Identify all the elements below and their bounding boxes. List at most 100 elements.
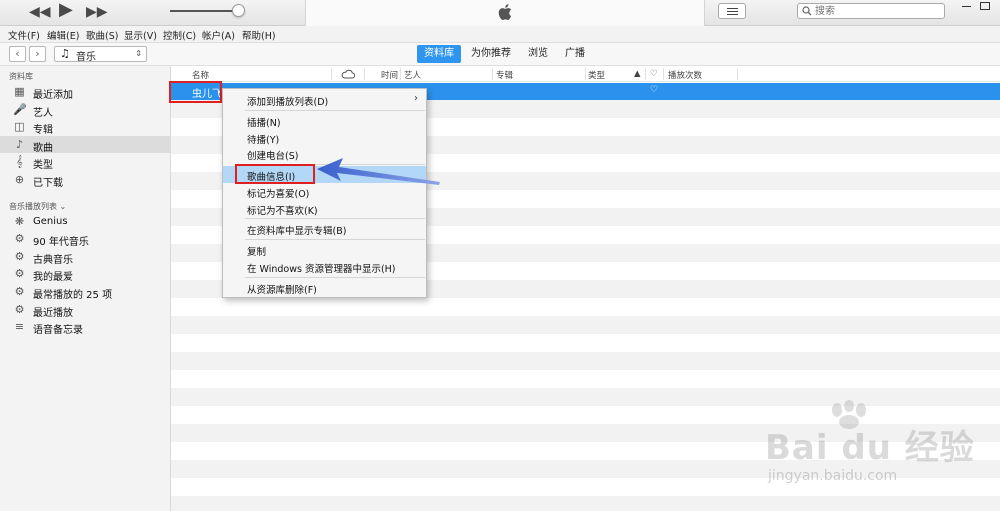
volume-slider[interactable] — [170, 10, 240, 12]
submenu-arrow-icon: › — [414, 93, 418, 104]
minimize-button[interactable] — [960, 0, 974, 10]
fast-forward-icon[interactable]: ▶▶ — [86, 3, 108, 21]
sidebar-item-label: Genius — [33, 216, 68, 227]
forward-button[interactable]: › — [29, 46, 46, 62]
sidebar-item-label: 90 年代音乐 — [33, 237, 89, 248]
up-next-list-button[interactable] — [718, 3, 746, 19]
menu-item-show-album[interactable]: 在资料库中显示专辑(B) — [223, 220, 426, 237]
tab-for-you[interactable]: 为你推荐 — [464, 45, 518, 63]
play-icon[interactable]: ▶ — [59, 1, 73, 19]
watermark-logo: Bai du 经验 — [765, 428, 975, 468]
sidebar: 资料库 ▦ 最近添加 🎤 艺人 ◫ 专辑 ♪ 歌曲 𝄞 类型 ⊕ 已下载 音乐播… — [0, 66, 171, 511]
navigation-bar: ‹ › ♫ 音乐 ⇕ 资料库 为你推荐 浏览 广播 — [0, 43, 1000, 66]
menu-song[interactable]: 歌曲(S) — [86, 28, 118, 42]
menu-item-label: 创建电台(S) — [247, 151, 299, 162]
sidebar-item-label: 古典音乐 — [33, 255, 73, 266]
sidebar-item-artists[interactable]: 🎤 艺人 — [0, 101, 170, 119]
menu-help[interactable]: 帮助(H) — [242, 28, 276, 42]
menu-edit[interactable]: 编辑(E) — [47, 28, 79, 42]
download-icon: ⊕ — [14, 173, 25, 186]
sidebar-item-classical[interactable]: ⚙ 古典音乐 — [0, 248, 170, 266]
menu-item-show-in-explorer[interactable]: 在 Windows 资源管理器中显示(H) — [223, 258, 426, 275]
sidebar-item-label: 专辑 — [33, 125, 53, 136]
voice-memo-icon: ≡ — [14, 320, 25, 333]
itunes-window: ◀◀ ▶ ▶▶ 文件(F) 编辑(E) 歌曲(S) 显示(V) 控制(C) 帐 — [0, 0, 1000, 511]
menu-item-label: 标记为不喜欢(K) — [247, 206, 318, 217]
sidebar-item-label: 最近播放 — [33, 308, 73, 319]
cloud-icon[interactable] — [341, 69, 355, 79]
sidebar-item-label: 已下载 — [33, 178, 63, 189]
gear-icon: ⚙ — [14, 232, 25, 245]
playlists-heading[interactable]: 音乐播放列表 ⌄ — [9, 201, 66, 212]
menu-item-label: 在 Windows 资源管理器中显示(H) — [247, 264, 396, 275]
sidebar-item-favorites[interactable]: ⚙ 我的最爱 — [0, 265, 170, 283]
menu-item-copy[interactable]: 复制 — [223, 241, 426, 258]
gear-icon: ⚙ — [14, 303, 25, 316]
love-heart-icon[interactable]: ♡ — [650, 85, 658, 95]
search-icon — [802, 6, 812, 16]
menu-item-mark-disliked[interactable]: 标记为不喜欢(K) — [223, 200, 426, 217]
column-header-artist[interactable]: 艺人 — [404, 69, 421, 81]
tab-browse[interactable]: 浏览 — [521, 45, 555, 63]
tab-radio[interactable]: 广播 — [558, 45, 592, 63]
sidebar-item-downloaded[interactable]: ⊕ 已下载 — [0, 171, 170, 189]
sidebar-item-songs[interactable]: ♪ 歌曲 — [0, 136, 170, 154]
menu-item-label: 添加到播放列表(D) — [247, 97, 329, 108]
sidebar-item-top-25[interactable]: ⚙ 最常播放的 25 项 — [0, 283, 170, 301]
menu-item-play-next[interactable]: 插播(N) — [223, 112, 426, 129]
sidebar-item-voice-memos[interactable]: ≡ 语音备忘录 — [0, 318, 170, 336]
context-menu: 添加到播放列表(D) › 插播(N) 待播(Y) 创建电台(S) 歌曲信息(I)… — [222, 88, 427, 298]
sidebar-item-genius[interactable]: ❋ Genius — [0, 213, 170, 230]
watermark-url: jingyan.baidu.com — [768, 468, 898, 484]
tab-library[interactable]: 资料库 — [417, 45, 461, 63]
search-input[interactable] — [815, 4, 940, 18]
annotation-box-song-info — [235, 164, 315, 184]
sidebar-item-label: 我的最爱 — [33, 272, 73, 283]
menu-item-delete[interactable]: 从资源库删除(F) — [223, 279, 426, 296]
menu-controls[interactable]: 控制(C) — [163, 28, 196, 42]
column-header-plays[interactable]: 播放次数 — [668, 69, 702, 81]
menu-item-label: 在资料库中显示专辑(B) — [247, 226, 347, 237]
sidebar-item-label: 语音备忘录 — [33, 325, 83, 336]
menu-item-add-to-playlist[interactable]: 添加到播放列表(D) › — [223, 91, 426, 108]
sidebar-item-recently-played[interactable]: ⚙ 最近播放 — [0, 301, 170, 319]
sort-ascending-icon: ▲ — [634, 69, 641, 79]
chevron-updown-icon: ⇕ — [135, 49, 142, 58]
sidebar-item-genres[interactable]: 𝄞 类型 — [0, 153, 170, 171]
column-header-album[interactable]: 专辑 — [496, 69, 513, 81]
annotation-arrow-icon — [317, 158, 440, 185]
column-header-name[interactable]: 名称 — [192, 69, 209, 81]
gear-icon: ⚙ — [14, 267, 25, 280]
search-field[interactable] — [797, 3, 945, 19]
sidebar-item-label: 歌曲 — [33, 143, 53, 154]
menu-item-label: 标记为喜爱(O) — [247, 189, 310, 200]
sidebar-item-label: 最常播放的 25 项 — [33, 290, 113, 301]
menu-view[interactable]: 显示(V) — [124, 28, 157, 42]
annotation-box-song — [169, 81, 222, 103]
menu-item-label: 插播(N) — [247, 118, 281, 129]
watermark: Bai du 经验 jingyan.baidu.com — [750, 400, 990, 500]
sidebar-item-albums[interactable]: ◫ 专辑 — [0, 118, 170, 136]
menu-item-play-later[interactable]: 待播(Y) — [223, 129, 426, 146]
heart-column-icon[interactable]: ♡ — [650, 69, 658, 79]
album-icon: ◫ — [14, 120, 25, 133]
media-source-select[interactable]: ♫ 音乐 ⇕ — [54, 46, 147, 63]
recently-added-icon: ▦ — [14, 85, 25, 98]
volume-knob[interactable] — [232, 4, 245, 17]
sidebar-item-90s-music[interactable]: ⚙ 90 年代音乐 — [0, 230, 170, 248]
rewind-icon[interactable]: ◀◀ — [29, 3, 51, 21]
column-header-time[interactable]: 时间 — [381, 69, 398, 81]
maximize-button[interactable] — [980, 2, 990, 10]
back-button[interactable]: ‹ — [9, 46, 26, 62]
library-heading: 资料库 — [9, 72, 33, 81]
menubar: 文件(F) 编辑(E) 歌曲(S) 显示(V) 控制(C) 帐户(A) 帮助(H… — [0, 26, 1000, 43]
genre-icon: 𝄞 — [16, 155, 23, 168]
sidebar-item-label: 艺人 — [33, 108, 53, 119]
note-icon: ♪ — [15, 138, 24, 151]
menu-file[interactable]: 文件(F) — [8, 28, 40, 42]
player-bar: ◀◀ ▶ ▶▶ — [0, 0, 1000, 26]
menu-item-label: 复制 — [247, 247, 267, 258]
menu-account[interactable]: 帐户(A) — [202, 28, 235, 42]
column-header-genre[interactable]: 类型 — [588, 69, 605, 81]
sidebar-item-recently-added[interactable]: ▦ 最近添加 — [0, 83, 170, 101]
